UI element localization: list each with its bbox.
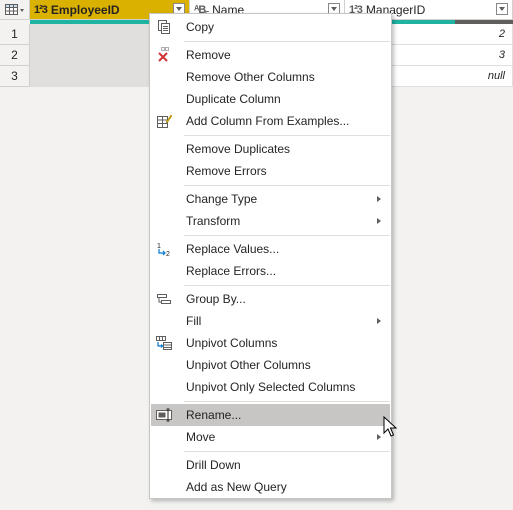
menu-item-add-column-from-examples[interactable]: Add Column From Examples... [151,110,390,132]
menu-item-drill-down[interactable]: Drill Down [151,454,390,476]
table-icon [5,3,24,15]
menu-separator [184,185,390,186]
svg-text:1: 1 [157,243,161,250]
menu-item-label: Drill Down [186,458,241,472]
menu-item-label: Duplicate Column [186,92,281,106]
menu-item-label: Remove Other Columns [186,70,315,84]
menu-item-transform[interactable]: Transform [151,210,390,232]
menu-item-unpivot-columns[interactable]: Unpivot Columns [151,332,390,354]
mouse-cursor-icon [383,416,397,437]
column-name: EmployeeID [50,2,120,17]
menu-item-label: Add as New Query [186,480,287,494]
menu-item-move[interactable]: Move [151,426,390,448]
menu-item-remove-other-columns[interactable]: Remove Other Columns [151,66,390,88]
menu-item-replace-errors[interactable]: Replace Errors... [151,260,390,282]
menu-item-label: Transform [186,214,241,228]
menu-item-label: Copy [186,20,215,34]
menu-separator [184,451,390,452]
row-number: 1 [0,24,30,45]
menu-item-unpivot-other-columns[interactable]: Unpivot Other Columns [151,354,390,376]
menu-item-rename[interactable]: Rename... [151,404,390,426]
row-number: 2 [0,45,30,66]
menu-item-label: Move [186,430,216,444]
column-context-menu: Copy Remove Remove Other Columns Duplica… [149,13,392,499]
menu-item-remove[interactable]: Remove [151,44,390,66]
table-menu-button[interactable] [0,0,30,20]
menu-item-label: Unpivot Other Columns [186,358,311,372]
submenu-arrow-icon [377,218,381,224]
menu-item-remove-duplicates[interactable]: Remove Duplicates [151,138,390,160]
menu-item-label: Remove Duplicates [186,142,291,156]
menu-item-change-type[interactable]: Change Type [151,188,390,210]
menu-item-label: Group By... [186,292,246,306]
rename-icon [155,407,173,423]
menu-separator [184,235,390,236]
menu-item-group-by[interactable]: Group By... [151,288,390,310]
submenu-arrow-icon [377,434,381,440]
svg-text:2: 2 [166,251,170,257]
submenu-arrow-icon [377,196,381,202]
menu-item-label: Rename... [186,408,242,422]
menu-item-label: Remove [186,48,231,62]
remove-column-icon [155,47,173,63]
menu-separator [184,135,390,136]
filter-dropdown-button[interactable] [496,3,508,15]
replace-values-icon: 12 [155,241,173,257]
menu-item-fill[interactable]: Fill [151,310,390,332]
menu-item-label: Unpivot Columns [186,336,278,350]
submenu-arrow-icon [377,318,381,324]
menu-separator [184,41,390,42]
menu-item-duplicate-column[interactable]: Duplicate Column [151,88,390,110]
column-from-examples-icon [155,113,173,129]
whole-number-type-icon[interactable]: 1²3 [34,4,48,16]
menu-item-replace-values[interactable]: 12 Replace Values... [151,238,390,260]
menu-item-label: Remove Errors [186,164,267,178]
unpivot-icon [155,335,173,351]
menu-item-label: Replace Values... [186,242,280,256]
menu-item-label: Change Type [186,192,258,206]
menu-item-remove-errors[interactable]: Remove Errors [151,160,390,182]
menu-item-label: Unpivot Only Selected Columns [186,380,356,394]
menu-item-unpivot-only-selected-columns[interactable]: Unpivot Only Selected Columns [151,376,390,398]
copy-icon [155,19,173,35]
row-number: 3 [0,66,30,87]
menu-item-label: Fill [186,314,202,328]
menu-item-add-as-new-query[interactable]: Add as New Query [151,476,390,498]
menu-item-label: Add Column From Examples... [186,114,350,128]
group-by-icon [155,291,173,307]
menu-separator [184,285,390,286]
menu-separator [184,401,390,402]
menu-item-copy[interactable]: Copy [151,16,390,38]
menu-item-label: Replace Errors... [186,264,277,278]
